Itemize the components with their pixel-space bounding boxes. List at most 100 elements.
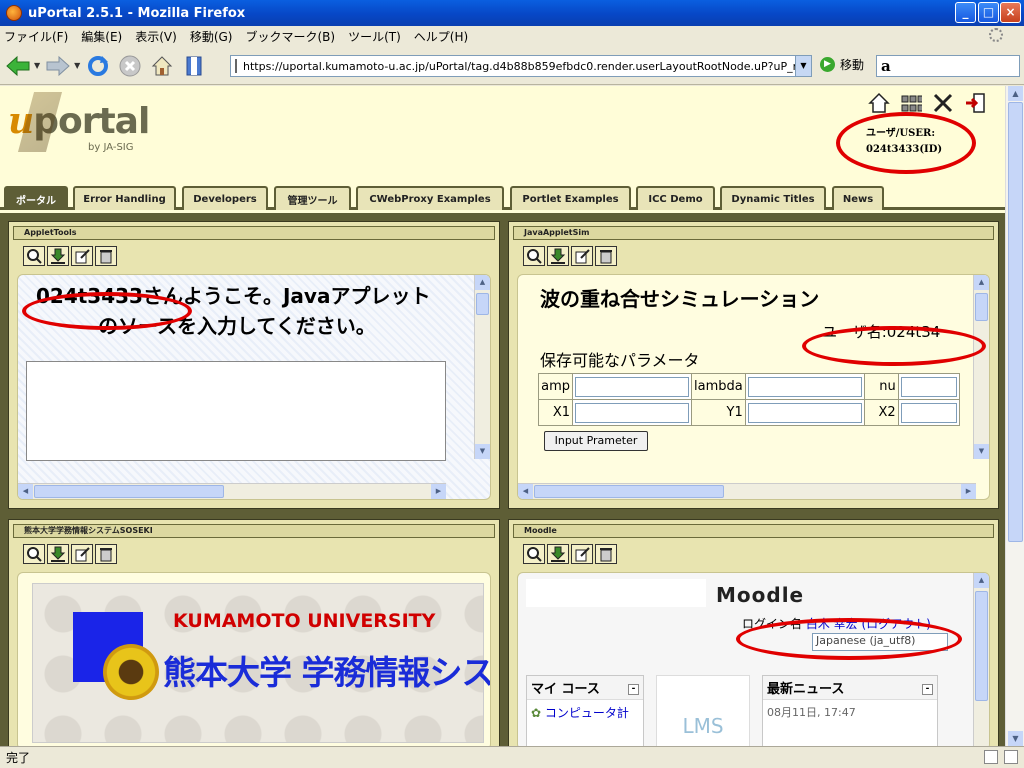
edit-icon[interactable] — [71, 246, 93, 266]
param-input-x1[interactable] — [575, 402, 689, 423]
scroll-up-icon[interactable]: ▲ — [974, 275, 989, 290]
zoom-icon[interactable] — [23, 246, 45, 266]
scroll-up-icon[interactable]: ▲ — [1008, 86, 1023, 101]
zoom-icon[interactable] — [523, 544, 545, 564]
param-input-amp[interactable] — [575, 376, 689, 397]
forward-button[interactable] — [44, 52, 72, 80]
applet-source-textarea[interactable] — [26, 361, 446, 461]
tab-cwebproxy-examples[interactable]: CWebProxy Examples — [356, 186, 504, 210]
scroll-thumb[interactable] — [975, 591, 988, 701]
menu-tools[interactable]: ツール(T) — [348, 28, 401, 45]
moodle-vertical-scrollbar[interactable]: ▲ — [973, 573, 989, 746]
download-icon[interactable] — [47, 544, 69, 564]
trash-icon[interactable] — [95, 544, 117, 564]
scroll-left-icon[interactable]: ◀ — [518, 484, 533, 499]
trash-icon[interactable] — [595, 246, 617, 266]
search-input[interactable]: a — [876, 55, 1020, 77]
scroll-down-icon[interactable]: ▼ — [1008, 731, 1023, 746]
menu-bookmarks[interactable]: ブックマーク(B) — [245, 28, 335, 45]
preferences-icon[interactable] — [900, 92, 922, 114]
page-content: uportal by JA-SIG ユーザ/USER: 024t3433(ID)… — [0, 86, 1005, 746]
page-favicon-icon — [235, 59, 237, 73]
scroll-thumb[interactable] — [534, 485, 724, 498]
close-button[interactable]: × — [1000, 2, 1021, 23]
scroll-up-icon[interactable]: ▲ — [475, 275, 490, 290]
soseki-banner[interactable]: KUMAMOTO UNIVERSITY 熊本大学 学務情報システム — [32, 583, 490, 743]
stop-button[interactable] — [116, 52, 144, 80]
back-dropdown-icon[interactable]: ▼ — [34, 61, 40, 70]
channel-title: Moodle — [513, 524, 994, 538]
menu-help[interactable]: ヘルプ(H) — [414, 28, 468, 45]
sim-horizontal-scrollbar[interactable]: ◀ ▶ — [518, 483, 976, 499]
home-link-icon[interactable] — [868, 92, 890, 114]
block-minimize-icon[interactable]: - — [922, 684, 933, 695]
scroll-thumb[interactable] — [975, 293, 988, 321]
trash-icon[interactable] — [95, 246, 117, 266]
scroll-left-icon[interactable]: ◀ — [18, 484, 33, 499]
edit-icon[interactable] — [571, 544, 593, 564]
tab-portlet-examples[interactable]: Portlet Examples — [510, 186, 631, 210]
tab-dynamic-titles[interactable]: Dynamic Titles — [720, 186, 826, 210]
edit-icon[interactable] — [71, 544, 93, 564]
sim-vertical-scrollbar[interactable]: ▲ ▼ — [973, 275, 989, 459]
scroll-down-icon[interactable]: ▼ — [475, 444, 490, 459]
url-dropdown-icon[interactable]: ▼ — [795, 56, 811, 76]
menu-go[interactable]: 移動(G) — [190, 28, 233, 45]
scroll-thumb[interactable] — [34, 485, 224, 498]
download-icon[interactable] — [547, 544, 569, 564]
moodle-header-space — [526, 579, 706, 607]
security-lock-icon[interactable] — [1004, 750, 1018, 764]
scroll-up-icon[interactable]: ▲ — [974, 573, 989, 588]
window-title: uPortal 2.5.1 - Mozilla Firefox — [28, 5, 246, 21]
back-button[interactable] — [4, 52, 32, 80]
tools-icon[interactable] — [932, 92, 954, 114]
scroll-thumb[interactable] — [1008, 102, 1023, 542]
input-parameter-button[interactable]: Input Prameter — [544, 431, 648, 451]
course-link[interactable]: コンピュータ計 — [545, 706, 629, 720]
javaappletsim-body: 波の重ね合せシミュレーション ユーザ名:024t34 保存可能なパラメータ am… — [517, 274, 990, 500]
param-input-nu[interactable] — [900, 376, 957, 397]
applet-horizontal-scrollbar[interactable]: ◀ ▶ — [18, 483, 446, 499]
maximize-button[interactable]: □ — [978, 2, 999, 23]
channel-applettools: AppletTools 024t3433さんようこそ。Javaアプレット のソー… — [8, 221, 500, 509]
zoom-icon[interactable] — [523, 246, 545, 266]
param-input-x2[interactable] — [900, 402, 957, 423]
param-input-lambda[interactable] — [747, 376, 862, 397]
minimize-button[interactable]: _ — [955, 2, 976, 23]
channel-title: AppletTools — [13, 226, 495, 240]
menu-file[interactable]: ファイル(F) — [4, 28, 68, 45]
applet-vertical-scrollbar[interactable]: ▲ ▼ — [474, 275, 490, 459]
zoom-icon[interactable] — [23, 544, 45, 564]
download-icon[interactable] — [47, 246, 69, 266]
param-input-y1[interactable] — [747, 402, 862, 423]
menu-view[interactable]: 表示(V) — [135, 28, 177, 45]
tab-error-handling[interactable]: Error Handling — [73, 186, 176, 210]
block-minimize-icon[interactable]: - — [628, 684, 639, 695]
forward-dropdown-icon[interactable]: ▼ — [74, 61, 80, 70]
logout-icon[interactable] — [964, 92, 986, 114]
edit-icon[interactable] — [571, 246, 593, 266]
reload-button[interactable] — [84, 52, 112, 80]
edit-page-icon[interactable] — [984, 750, 998, 764]
bookmarks-button[interactable] — [180, 52, 208, 80]
menu-edit[interactable]: 編集(E) — [81, 28, 122, 45]
scroll-right-icon[interactable]: ▶ — [431, 484, 446, 499]
url-bar[interactable]: https://uportal.kumamoto-u.ac.jp/uPortal… — [230, 55, 812, 77]
uportal-logo[interactable]: uportal by JA-SIG — [8, 92, 150, 153]
tab-portal[interactable]: ポータル — [4, 186, 68, 210]
amazon-search-icon[interactable]: a — [881, 57, 891, 75]
download-icon[interactable] — [547, 246, 569, 266]
home-button[interactable] — [148, 52, 176, 80]
go-button[interactable]: ▶ 移動 — [820, 56, 864, 73]
tab-news[interactable]: News — [832, 186, 884, 210]
trash-icon[interactable] — [595, 544, 617, 564]
page-vertical-scrollbar[interactable]: ▲ ▼ — [1005, 86, 1024, 746]
tab-developers[interactable]: Developers — [182, 186, 268, 210]
param-label-lambda: lambda — [691, 373, 746, 400]
scroll-down-icon[interactable]: ▼ — [974, 444, 989, 459]
scroll-right-icon[interactable]: ▶ — [961, 484, 976, 499]
channel-title: JavaAppletSim — [513, 226, 994, 240]
tab-icc-demo[interactable]: ICC Demo — [636, 186, 715, 210]
scroll-thumb[interactable] — [476, 293, 489, 315]
tab-admin-tools[interactable]: 管理ツール — [274, 186, 351, 210]
